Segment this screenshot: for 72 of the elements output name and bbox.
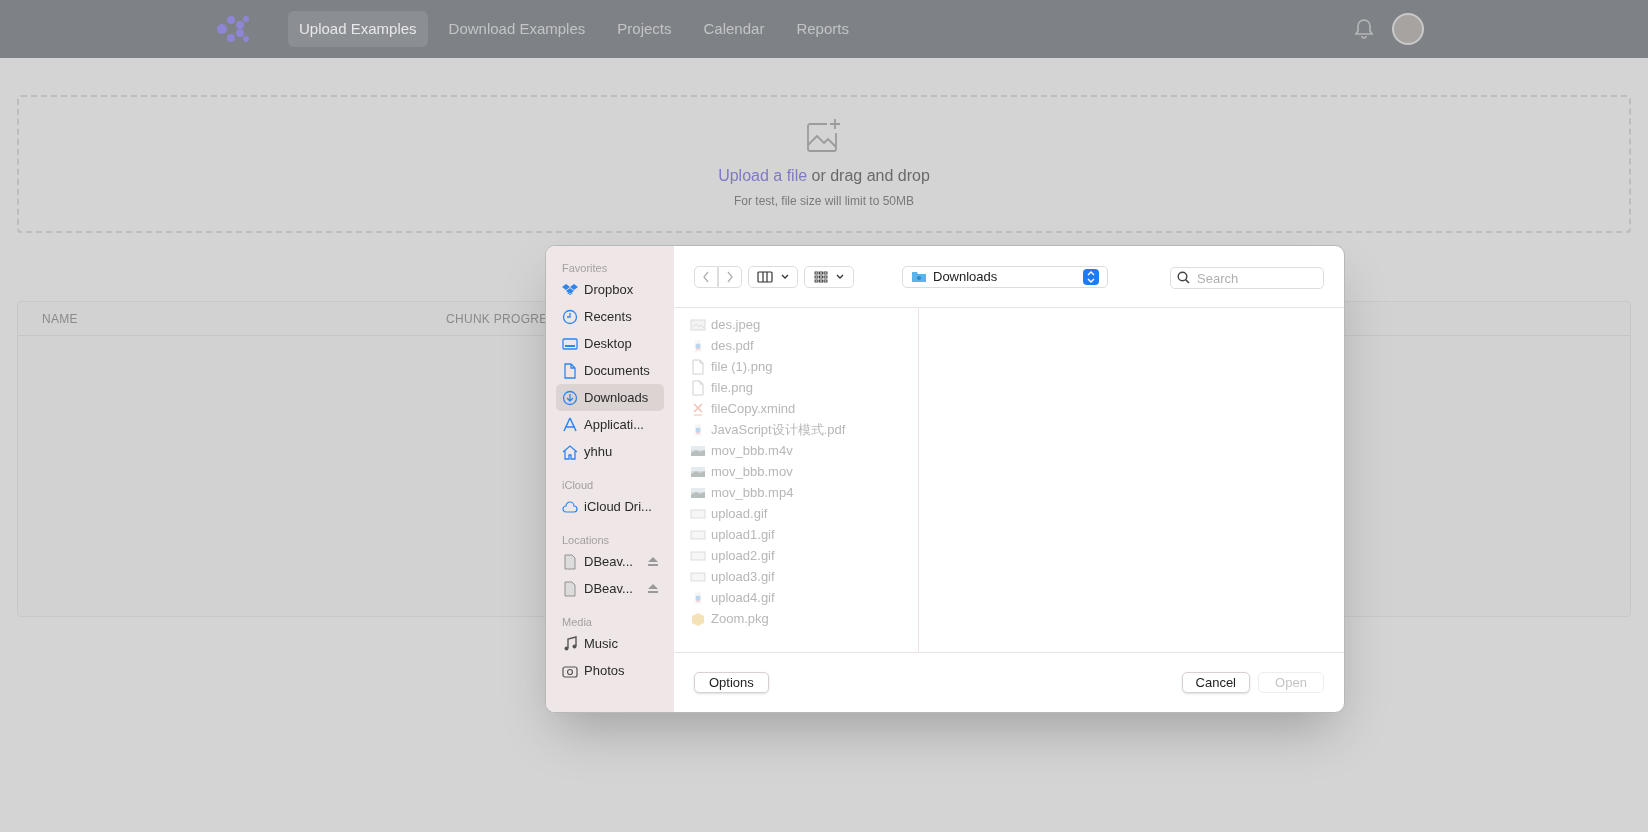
notification-bell-icon[interactable] <box>1354 18 1374 40</box>
sidebar-heading: Locations <box>561 532 611 548</box>
dialog-button[interactable]: Cancel <box>1181 672 1250 693</box>
file-list-item: des.jpeg <box>690 314 918 335</box>
search-field[interactable]: Search <box>1170 267 1324 289</box>
box-stack-icon <box>562 281 578 298</box>
group-view-button[interactable] <box>804 265 854 288</box>
caret-icon <box>781 273 789 280</box>
clock-icon <box>562 308 578 325</box>
sidebar-heading: Favorites <box>561 260 609 276</box>
sidebar-item[interactable]: Recents <box>556 303 664 330</box>
file-list-item: JavaScript设计模式.pdf <box>690 419 918 440</box>
dialog-button[interactable]: Options <box>694 672 769 693</box>
sidebar-item[interactable]: yhhu <box>556 438 664 465</box>
file-list-item: upload1.gif <box>690 524 918 545</box>
file-list-item: Zoom.pkg <box>690 608 918 629</box>
file-list-item: file (1).png <box>690 356 918 377</box>
file-list-item: upload4.gif <box>690 587 918 608</box>
forward-button[interactable] <box>718 265 742 288</box>
caret-icon <box>836 273 844 280</box>
file-list-item: des.pdf <box>690 335 918 356</box>
home-icon <box>562 443 578 460</box>
file-list-item: mov_bbb.mov <box>690 461 918 482</box>
sidebar-item[interactable]: Downloads <box>556 384 664 411</box>
file-list-item: file.png <box>690 377 918 398</box>
logo-icon[interactable] <box>216 14 250 44</box>
user-avatar[interactable] <box>1392 13 1424 45</box>
blank-file-icon <box>690 379 706 396</box>
column-header: CHUNK PROGRE <box>446 310 548 328</box>
eject-icon[interactable] <box>648 584 658 593</box>
sidebar-item[interactable]: Photos <box>556 657 664 684</box>
music-note-icon <box>562 635 578 652</box>
upload-dropzone[interactable]: Upload a file or drag and drop For test, file size will limit to 50MB <box>17 95 1631 233</box>
sidebar-item[interactable]: iCloud Dri... <box>556 493 664 520</box>
image-file-icon <box>690 316 706 333</box>
drag-drop-text: or drag and drop <box>811 167 930 184</box>
desktop-icon <box>562 335 578 352</box>
document-icon <box>562 362 578 379</box>
column-header: NAME <box>41 310 79 328</box>
sidebar-item[interactable]: Desktop <box>556 330 664 357</box>
cloud-icon <box>562 498 578 515</box>
folder-icon <box>911 270 927 283</box>
up-down-stepper-icon <box>1083 268 1099 285</box>
add-image-icon <box>805 118 843 154</box>
apps-icon <box>562 416 578 433</box>
file-list-item: upload3.gif <box>690 566 918 587</box>
sidebar-item[interactable]: Music <box>556 630 664 657</box>
sidebar-item[interactable]: DBeav... <box>556 575 664 602</box>
sidebar-item[interactable]: Dropbox <box>556 276 664 303</box>
sidebar-heading: Media <box>561 614 593 630</box>
back-button[interactable] <box>694 265 718 288</box>
file-list-item: upload.gif <box>690 503 918 524</box>
search-icon <box>1177 270 1190 284</box>
chevron-right-icon <box>726 270 734 283</box>
package-icon <box>690 610 706 627</box>
file-list-item: fileCopy.xmind <box>690 398 918 419</box>
sidebar-item[interactable]: DBeav... <box>556 548 664 575</box>
download-icon <box>562 389 578 406</box>
grid-icon <box>814 270 828 283</box>
file-list-item: upload2.gif <box>690 545 918 566</box>
file-list-item: mov_bbb.m4v <box>690 440 918 461</box>
chevron-left-icon <box>702 270 710 283</box>
location-popup[interactable]: Downloads <box>902 265 1108 288</box>
column-view-button[interactable] <box>748 265 798 288</box>
columns-icon <box>757 270 773 283</box>
blank-file-icon <box>690 358 706 375</box>
file-size-hint: For test, file size will limit to 50MB <box>733 193 914 210</box>
sidebar-item[interactable]: Applicati... <box>556 411 664 438</box>
file-list-item: mov_bbb.mp4 <box>690 482 918 503</box>
sidebar-item[interactable]: Documents <box>556 357 664 384</box>
sidebar-heading: iCloud <box>561 477 595 493</box>
eject-icon[interactable] <box>648 557 658 566</box>
